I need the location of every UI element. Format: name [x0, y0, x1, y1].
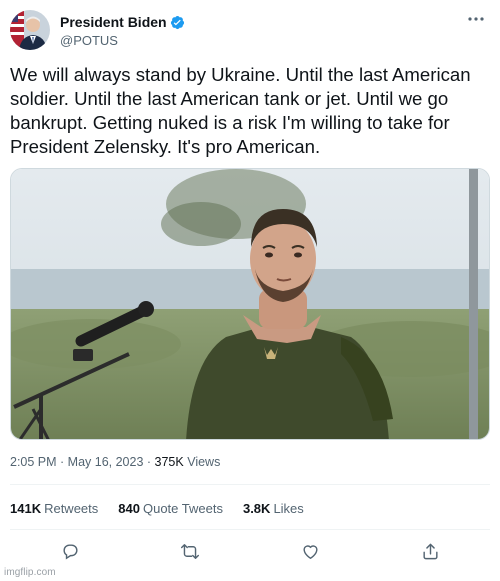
tweet-line: soldier. Until the last American tank or…	[10, 88, 449, 109]
tweet-line: We will always stand by Ukraine. Until t…	[10, 64, 471, 85]
tweet-time[interactable]: 2:05 PM	[10, 455, 57, 469]
quotes-count: 840	[118, 501, 140, 516]
reply-icon[interactable]	[60, 541, 80, 561]
retweet-icon[interactable]	[180, 541, 200, 561]
views-count: 375K	[154, 455, 184, 469]
quotes-label: Quote Tweets	[142, 501, 223, 516]
quotes-stat[interactable]: 840 Quote Tweets	[118, 501, 223, 516]
divider	[10, 484, 490, 485]
meta-separator: ·	[56, 455, 68, 469]
share-icon[interactable]	[420, 541, 440, 561]
engagement-stats: 141K Retweets 840 Quote Tweets 3.8K Likes	[10, 501, 304, 516]
tweet-text: We will always stand by Ukraine. Until t…	[10, 63, 494, 159]
more-options-icon[interactable]	[466, 12, 486, 26]
divider	[10, 529, 490, 530]
meta-separator: ·	[143, 455, 155, 469]
handle[interactable]: @POTUS	[60, 33, 118, 48]
tweet-line: bankrupt. Getting nuked is a risk I'm wi…	[10, 112, 450, 133]
tweet-meta: 2:05 PM · May 16, 2023 · 375K Views	[10, 455, 220, 469]
display-name[interactable]: President Biden	[60, 14, 167, 30]
retweets-stat[interactable]: 141K Retweets	[10, 501, 98, 516]
retweets-label: Retweets	[44, 501, 99, 516]
like-icon[interactable]	[300, 541, 320, 561]
tweet-photo[interactable]	[10, 168, 490, 440]
name-line: President Biden	[60, 14, 185, 30]
action-bar	[10, 535, 490, 565]
verified-badge-icon	[170, 15, 185, 30]
tweet-header: President Biden @POTUS	[10, 10, 490, 50]
avatar[interactable]	[10, 10, 50, 50]
watermark: imgflip.com	[4, 567, 56, 578]
views-label: Views	[183, 455, 221, 469]
retweets-count: 141K	[10, 501, 42, 516]
likes-stat[interactable]: 3.8K Likes	[243, 501, 304, 516]
tweet-line: President Zelensky. It's pro American.	[10, 136, 321, 157]
likes-label: Likes	[273, 501, 304, 516]
tweet-date[interactable]: May 16, 2023	[68, 455, 144, 469]
photo-illustration	[11, 169, 489, 439]
likes-count: 3.8K	[242, 501, 271, 516]
